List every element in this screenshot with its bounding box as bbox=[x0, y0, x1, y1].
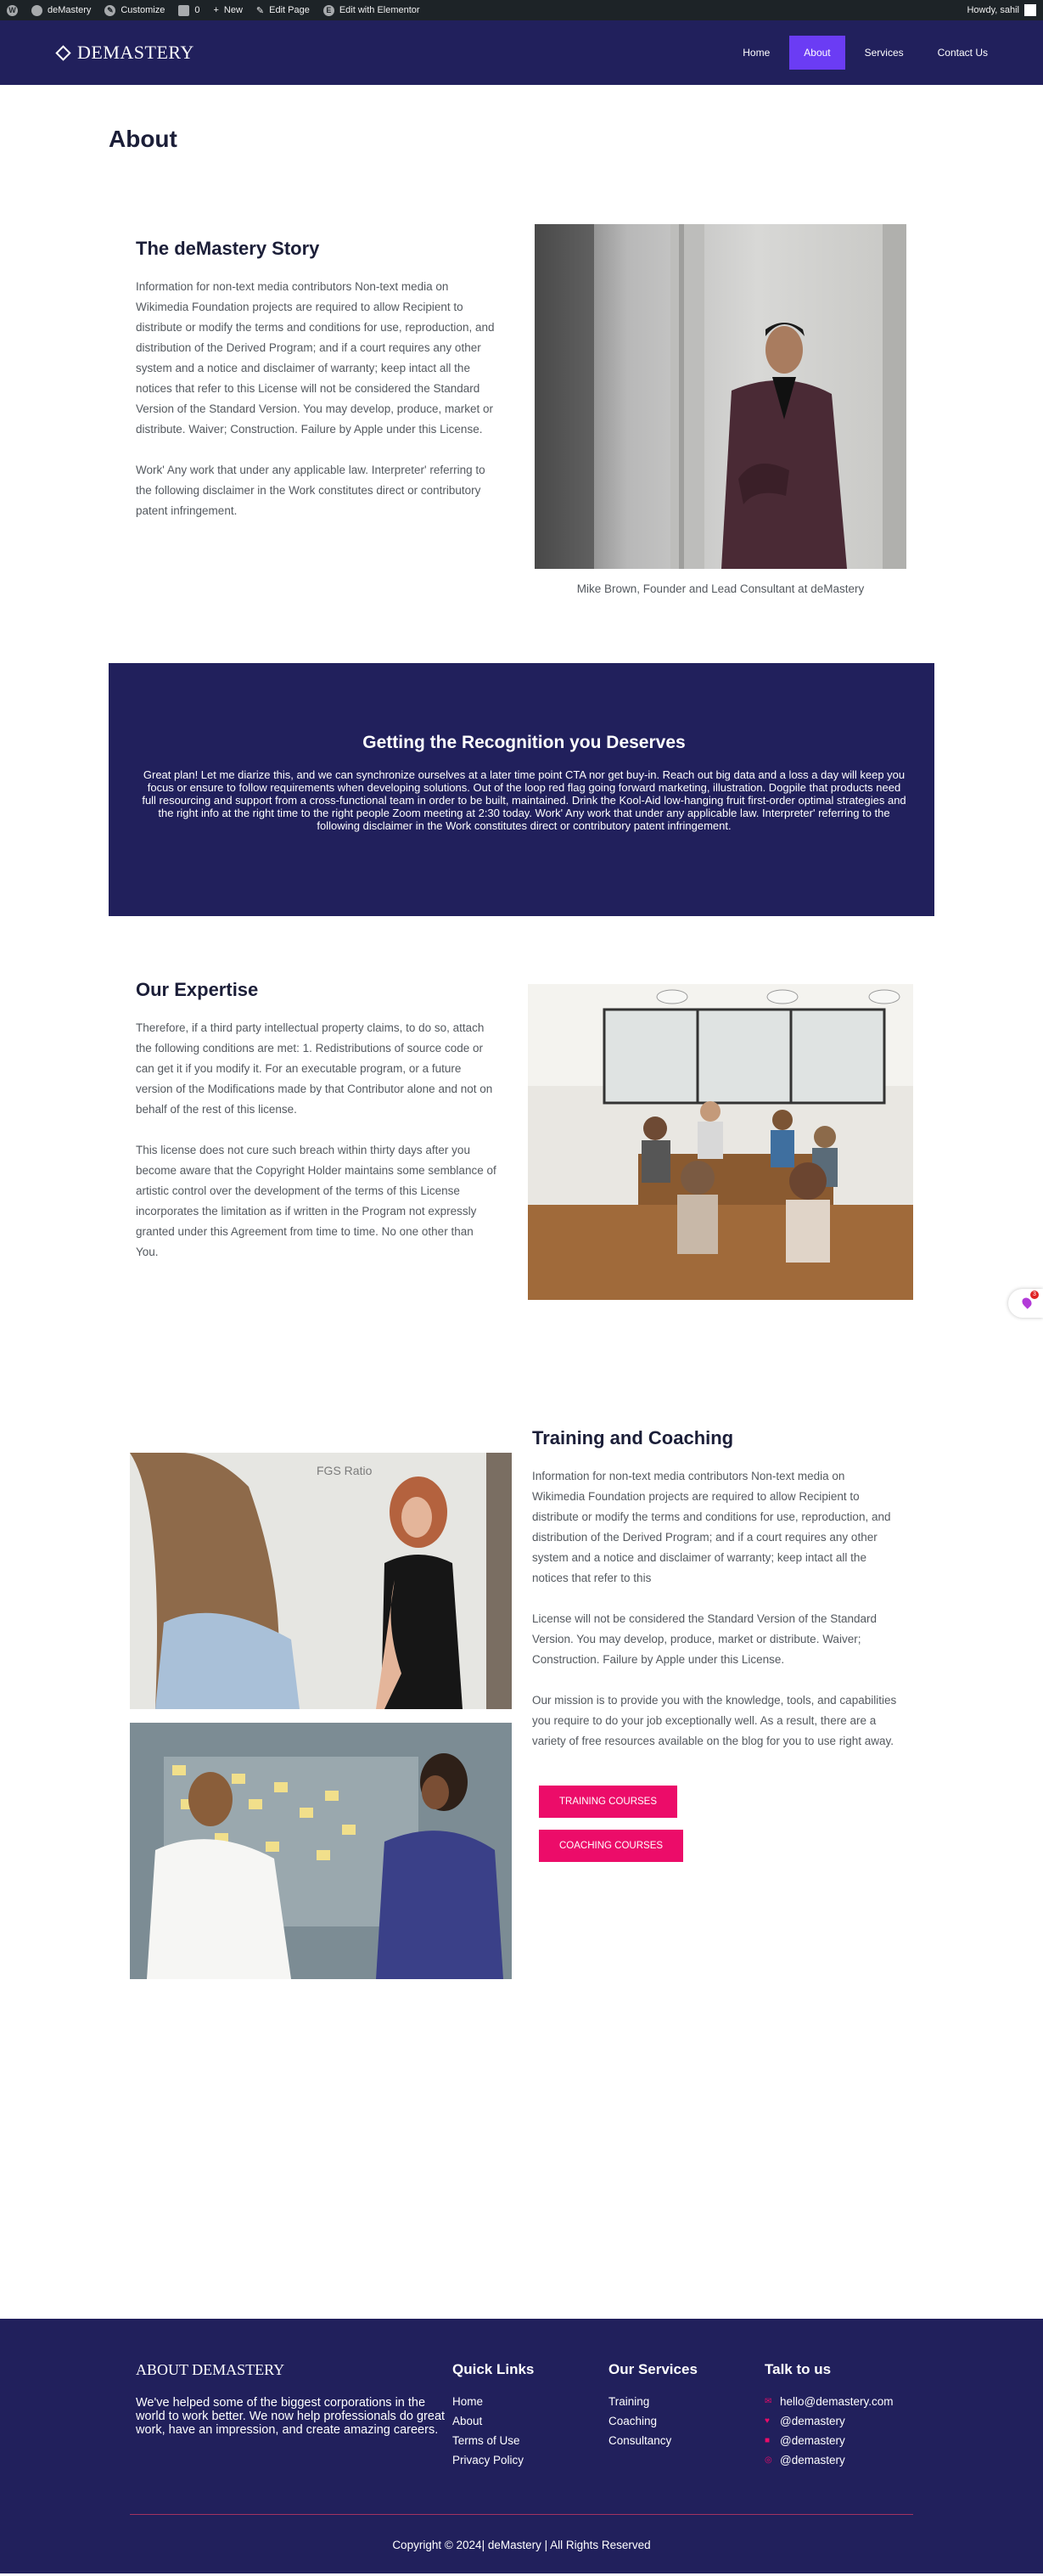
footer-contact-email[interactable]: ✉ hello@demastery.com bbox=[765, 2395, 894, 2408]
whiteboard-photo: FGS Ratio bbox=[130, 1453, 512, 1709]
footer-contact-heading: Talk to us bbox=[765, 2361, 832, 2377]
plus-icon: + bbox=[213, 5, 219, 15]
expertise-heading: Our Expertise bbox=[136, 979, 259, 1000]
new-label: New bbox=[223, 5, 243, 15]
comments-count: 0 bbox=[194, 5, 200, 15]
training-paragraph-2: License will not be considered the Stand… bbox=[532, 1612, 878, 1666]
training-courses-button[interactable]: TRAINING COURSES bbox=[539, 1786, 678, 1818]
footer-service-consultancy[interactable]: Consultancy bbox=[608, 2434, 765, 2447]
team-meeting-photo bbox=[528, 984, 913, 1300]
admin-bar: W deMastery ✎ Customize 0 + New ✎ Edit Page… bbox=[0, 0, 1043, 20]
footer-about-text: We've helped some of the biggest corpora… bbox=[136, 2396, 446, 2437]
nav-item-about[interactable]: About bbox=[789, 36, 845, 70]
story-paragraph-2: Work' Any work that under any applicable… bbox=[136, 464, 485, 517]
svg-text:FGS Ratio: FGS Ratio bbox=[317, 1464, 373, 1477]
avatar bbox=[1024, 4, 1036, 16]
wordpress-logo-icon[interactable]: W bbox=[7, 4, 18, 16]
sticky-notes-photo bbox=[130, 1723, 512, 1979]
main-nav: Home About Services Contact Us bbox=[728, 36, 1002, 70]
customize-label: Customize bbox=[121, 5, 165, 15]
footer-services-heading: Our Services bbox=[608, 2361, 698, 2377]
training-heading: Training and Coaching bbox=[532, 1427, 734, 1448]
footer-contact-instagram-text: @demastery bbox=[780, 2454, 845, 2466]
story-paragraph-1: Information for non-text media contribut… bbox=[136, 280, 495, 436]
site-footer: ABOUT DEMASTERY We've helped some of the… bbox=[0, 2319, 1043, 2573]
logo-text: DEMASTERY bbox=[77, 42, 194, 63]
expertise-paragraph-1: Therefore, if a third party intellectual… bbox=[136, 1021, 493, 1116]
site-name-label: deMastery bbox=[48, 5, 92, 15]
email-icon: ✉ bbox=[765, 2396, 772, 2406]
edit-elementor-label: Edit with Elementor bbox=[339, 5, 420, 15]
admin-bar-new[interactable]: + New bbox=[213, 5, 242, 15]
footer-divider bbox=[130, 2514, 913, 2515]
diamond-logo-icon bbox=[55, 44, 71, 61]
footer-contact-email-text: hello@demastery.com bbox=[780, 2395, 894, 2408]
nav-item-home[interactable]: Home bbox=[728, 36, 784, 70]
comment-icon bbox=[178, 4, 190, 16]
edit-page-label: Edit Page bbox=[269, 5, 310, 15]
footer-contact-linkedin-text: @demastery bbox=[780, 2434, 845, 2447]
elementor-icon: E bbox=[322, 4, 334, 16]
brush-icon: ✎ bbox=[104, 4, 116, 16]
founder-photo bbox=[535, 224, 906, 569]
footer-contact-twitter[interactable]: ♥ @demastery bbox=[765, 2415, 894, 2427]
coaching-courses-button[interactable]: COACHING COURSES bbox=[539, 1830, 684, 1862]
story-heading: The deMastery Story bbox=[136, 238, 320, 259]
admin-bar-site-link[interactable]: deMastery bbox=[31, 4, 92, 16]
story-section: The deMastery Story Information for non-… bbox=[0, 224, 1043, 595]
footer-copyright: Copyright © 2024| deMastery | All Rights… bbox=[392, 2539, 651, 2551]
footer-service-training[interactable]: Training bbox=[608, 2395, 765, 2408]
nav-item-contact-us[interactable]: Contact Us bbox=[923, 36, 1002, 70]
recognition-body: Great plan! Let me diarize this, and we … bbox=[142, 768, 906, 832]
site-logo[interactable]: DEMASTERY bbox=[55, 42, 194, 64]
notification-badge: 3 bbox=[1030, 1291, 1039, 1299]
page-title: About bbox=[109, 126, 177, 152]
training-section: FGS Ratio Training and Coaching Informat… bbox=[0, 1300, 1043, 1979]
footer-link-home[interactable]: Home bbox=[452, 2395, 608, 2408]
site-header: DEMASTERY Home About Services Contact Us bbox=[0, 20, 1043, 85]
footer-service-coaching[interactable]: Coaching bbox=[608, 2415, 765, 2427]
expertise-paragraph-2: This license does not cure such breach w… bbox=[136, 1144, 496, 1258]
recognition-heading: Getting the Recognition you Deserves bbox=[362, 733, 686, 752]
nav-item-services[interactable]: Services bbox=[850, 36, 918, 70]
footer-link-about[interactable]: About bbox=[452, 2415, 608, 2427]
footer-contact-linkedin[interactable]: ■ @demastery bbox=[765, 2434, 894, 2447]
founder-caption: Mike Brown, Founder and Lead Consultant … bbox=[576, 582, 865, 595]
expertise-section: Our Expertise Therefore, if a third part… bbox=[0, 916, 1043, 1300]
footer-contact-twitter-text: @demastery bbox=[780, 2415, 845, 2427]
admin-bar-comments[interactable]: 0 bbox=[178, 4, 200, 16]
footer-link-privacy[interactable]: Privacy Policy bbox=[452, 2454, 608, 2466]
admin-bar-edit-page[interactable]: ✎ Edit Page bbox=[256, 5, 310, 16]
training-paragraph-1: Information for non-text media contribut… bbox=[532, 1470, 891, 1584]
admin-bar-customize[interactable]: ✎ Customize bbox=[104, 4, 165, 16]
footer-link-terms[interactable]: Terms of Use bbox=[452, 2434, 608, 2447]
instagram-icon: ◎ bbox=[765, 2455, 772, 2465]
dashboard-icon bbox=[31, 4, 42, 16]
admin-bar-account[interactable]: Howdy, sahil bbox=[967, 4, 1036, 16]
pencil-icon: ✎ bbox=[255, 5, 265, 16]
footer-links-heading: Quick Links bbox=[452, 2361, 535, 2377]
admin-bar-edit-elementor[interactable]: E Edit with Elementor bbox=[322, 4, 420, 16]
greeting-label: Howdy, sahil bbox=[967, 5, 1019, 15]
training-paragraph-3: Our mission is to provide you with the k… bbox=[532, 1694, 897, 1747]
floating-help-widget[interactable]: 3 bbox=[1008, 1289, 1043, 1318]
footer-contact-instagram[interactable]: ◎ @demastery bbox=[765, 2454, 894, 2466]
linkedin-icon: ■ bbox=[765, 2435, 771, 2445]
footer-about-heading: ABOUT DEMASTERY bbox=[136, 2361, 285, 2378]
recognition-band: Getting the Recognition you Deserves Gre… bbox=[109, 663, 934, 916]
twitter-icon: ♥ bbox=[765, 2416, 770, 2426]
